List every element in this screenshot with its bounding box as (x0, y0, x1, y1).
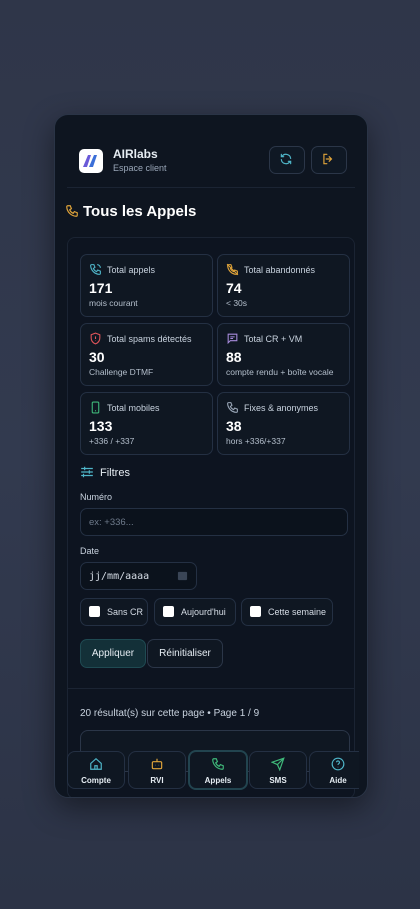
checkbox-today[interactable]: Aujourd'hui (154, 598, 236, 626)
checkbox-this-week[interactable]: Cette semaine (241, 598, 333, 626)
stat-card-abandoned: Total abandonnés 74 < 30s (217, 254, 350, 317)
stat-sub: compte rendu + boîte vocale (226, 367, 334, 377)
stat-value: 171 (89, 280, 113, 296)
logout-icon (323, 153, 333, 165)
shield-icon (90, 332, 101, 345)
checkbox-box[interactable] (89, 606, 100, 617)
stat-sub: +336 / +337 (89, 436, 135, 446)
app-frame: AIRlabs Espace client Tous les Appels To… (54, 114, 368, 798)
stat-card-cr-vm: Total CR + VM 88 compte rendu + boîte vo… (217, 323, 350, 386)
phone-icon (90, 264, 101, 275)
brand-subtitle: Espace client (113, 163, 167, 173)
message-icon (227, 333, 238, 345)
stat-value: 88 (226, 349, 242, 365)
stat-value: 74 (226, 280, 242, 296)
nav-label: Compte (81, 776, 111, 785)
date-label: Date (80, 546, 100, 556)
robot-icon (151, 758, 163, 770)
stat-card-fixed: Fixes & anonymes 38 hors +336/+337 (217, 392, 350, 455)
brand-name: AIRlabs (113, 147, 158, 161)
stat-value: 30 (89, 349, 105, 365)
filters-title: Filtres (80, 466, 130, 479)
app-header: AIRlabs Espace client (67, 141, 355, 188)
checkbox-sans-cr[interactable]: Sans CR (80, 598, 148, 626)
nav-item-aide[interactable]: Aide (309, 751, 359, 789)
phone-fixed-icon (227, 402, 238, 413)
stat-value: 133 (89, 418, 113, 434)
nav-label: Appels (204, 776, 232, 785)
stat-label: Total CR + VM (244, 334, 303, 344)
number-label: Numéro (80, 492, 113, 502)
nav-item-compte[interactable]: Compte (67, 751, 125, 789)
stat-sub: < 30s (226, 298, 248, 308)
stat-label: Fixes & anonymes (244, 403, 319, 413)
number-input[interactable] (81, 509, 347, 535)
stat-label: Total mobiles (107, 403, 160, 413)
app-logo (79, 149, 103, 173)
refresh-icon (280, 153, 292, 165)
send-icon (271, 757, 285, 771)
help-icon (331, 757, 345, 771)
stat-card-spam: Total spams détectés 30 Challenge DTMF (80, 323, 213, 386)
nav-label: RVI (150, 776, 164, 785)
phone-icon (66, 205, 78, 217)
date-value: jj/mm/aaaa (89, 571, 150, 582)
apply-button[interactable]: Appliquer (80, 639, 146, 668)
stat-card-mobiles: Total mobiles 133 +336 / +337 (80, 392, 213, 455)
stat-label: Total spams détectés (107, 334, 192, 344)
stat-sub: Challenge DTMF (89, 367, 154, 377)
divider (68, 688, 354, 689)
nav-item-rvi[interactable]: RVI (128, 751, 186, 789)
calendar-icon[interactable] (177, 570, 188, 581)
nav-item-appels[interactable]: Appels (188, 750, 248, 790)
mobile-icon (91, 401, 100, 414)
date-field[interactable]: jj/mm/aaaa (80, 562, 197, 590)
checkbox-label: Cette semaine (268, 607, 327, 617)
stat-label: Total abandonnés (244, 265, 316, 275)
reset-button[interactable]: Réinitialiser (147, 639, 223, 668)
stat-card-total-calls: Total appels 171 mois courant (80, 254, 213, 317)
phone-off-icon (226, 263, 239, 276)
stat-sub: hors +336/+337 (226, 436, 286, 446)
home-icon (90, 757, 102, 770)
stat-label: Total appels (107, 265, 156, 275)
checkbox-label: Sans CR (107, 607, 144, 617)
calls-panel: Total appels 171 mois courant Total aban… (67, 237, 355, 797)
refresh-button[interactable] (269, 146, 305, 174)
sliders-icon (81, 466, 93, 478)
nav-item-sms[interactable]: SMS (249, 751, 307, 789)
nav-label: Aide (329, 776, 347, 785)
checkbox-label: Aujourd'hui (181, 607, 226, 617)
results-summary: 20 résultat(s) sur cette page • Page 1 /… (80, 708, 260, 719)
page-title: Tous les Appels (65, 203, 196, 220)
nav-label: SMS (269, 776, 287, 785)
bottom-nav: Compte RVI Appels SMS Aide (67, 750, 359, 791)
logout-button[interactable] (311, 146, 347, 174)
checkbox-box[interactable] (250, 606, 261, 617)
phone-icon (212, 758, 224, 770)
number-field[interactable] (80, 508, 348, 536)
stat-value: 38 (226, 418, 242, 434)
checkbox-box[interactable] (163, 606, 174, 617)
stat-sub: mois courant (89, 298, 138, 308)
